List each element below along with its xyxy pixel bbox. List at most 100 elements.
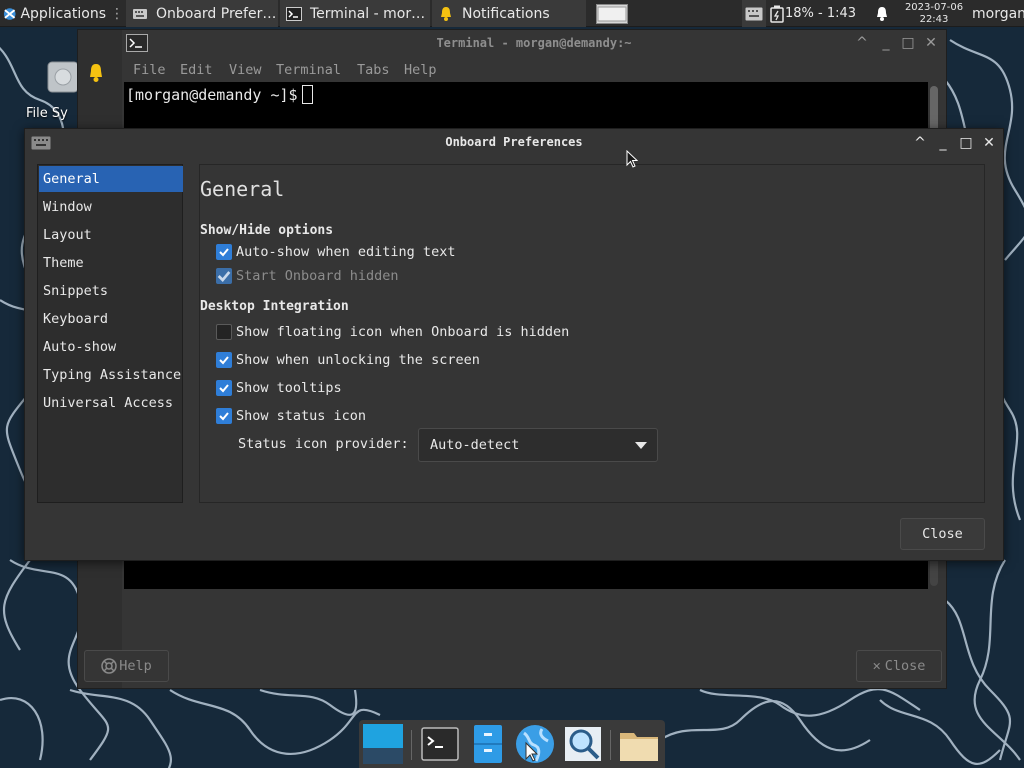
- preferences-content: General Show/Hide options Auto-show when…: [199, 164, 985, 503]
- preferences-titlebar[interactable]: Onboard Preferences ^ _ □ ✕: [25, 129, 1003, 157]
- battery-indicator[interactable]: 18% - 1:43: [770, 0, 870, 27]
- sidebar-item-keyboard[interactable]: Keyboard: [39, 306, 183, 332]
- bell-icon: [90, 64, 102, 82]
- status-provider-label: Status icon provider:: [238, 436, 409, 452]
- option-label: Start Onboard hidden: [236, 268, 399, 284]
- maximize-button[interactable]: □: [958, 135, 974, 151]
- notifications-tray[interactable]: [872, 0, 892, 27]
- minimize-button[interactable]: _: [935, 135, 951, 151]
- help-icon: [101, 658, 117, 674]
- option-label: Show when unlocking the screen: [236, 352, 480, 368]
- onboard-tray-icon[interactable]: [742, 0, 766, 27]
- menu-terminal[interactable]: Terminal: [276, 62, 341, 78]
- prompt-text: [morgan@demandy ~]$: [126, 86, 298, 104]
- mouse-pointer-icon: [626, 150, 638, 168]
- window-icon: [596, 3, 628, 24]
- sidebar-item-layout[interactable]: Layout: [39, 222, 183, 248]
- menu-edit[interactable]: Edit: [180, 62, 213, 78]
- preferences-title: Onboard Preferences: [445, 135, 583, 149]
- section-show-hide: Show/Hide options: [200, 223, 334, 238]
- keyboard-icon: [133, 8, 147, 19]
- battery-text: 18% - 1:43: [785, 6, 857, 21]
- sidebar-item-window[interactable]: Window: [39, 194, 183, 220]
- page-title: General: [200, 177, 285, 201]
- top-panel: Applications ⋮ Onboard Prefer… Terminal …: [0, 0, 1024, 27]
- close-icon[interactable]: ✕: [981, 135, 997, 151]
- battery-icon: [770, 5, 784, 23]
- floating-icon-checkbox[interactable]: Show floating icon when Onboard is hidde…: [216, 323, 569, 341]
- sidebar-item-snippets[interactable]: Snippets: [39, 278, 183, 304]
- terminal-menubar: File Edit View Terminal Tabs Help: [122, 58, 946, 82]
- file-manager-icon[interactable]: [467, 723, 509, 765]
- status-icon-checkbox[interactable]: Show status icon: [216, 407, 366, 425]
- workspace-icon[interactable]: [362, 723, 404, 765]
- start-hidden-checkbox[interactable]: Start Onboard hidden: [216, 267, 399, 285]
- close-icon[interactable]: ✕: [923, 35, 939, 51]
- checkbox-checked-icon[interactable]: [216, 244, 232, 260]
- auto-show-checkbox[interactable]: Auto-show when editing text: [216, 243, 455, 261]
- shade-button[interactable]: ^: [912, 135, 928, 151]
- terminal-titlebar[interactable]: Terminal - morgan@demandy:~ ^ _ □ ✕: [122, 30, 946, 58]
- close-label: Close: [884, 658, 926, 674]
- sidebar-item-theme[interactable]: Theme: [39, 250, 183, 276]
- checkbox-unchecked-icon[interactable]: [216, 324, 232, 340]
- onboard-preferences-window: Onboard Preferences ^ _ □ ✕ General Wind…: [24, 128, 1004, 561]
- workspace-switcher[interactable]: [592, 0, 632, 27]
- web-browser-icon[interactable]: [514, 723, 556, 765]
- section-desktop-integration: Desktop Integration: [200, 299, 349, 314]
- user-menu[interactable]: morgan: [972, 0, 1024, 27]
- status-provider-value: Auto-detect: [430, 437, 520, 453]
- dock-separator: [411, 730, 412, 760]
- help-label: Help: [119, 658, 152, 674]
- terminal-title: Terminal - morgan@demandy:~: [436, 36, 632, 50]
- folder-icon[interactable]: [618, 723, 660, 765]
- terminal-icon[interactable]: [419, 723, 461, 765]
- unlock-screen-checkbox[interactable]: Show when unlocking the screen: [216, 351, 480, 369]
- sidebar-item-typing-assistance[interactable]: Typing Assistance: [39, 362, 183, 388]
- help-button[interactable]: Help: [84, 650, 169, 682]
- terminal-close-button[interactable]: ✕ Close: [856, 650, 942, 682]
- menu-file[interactable]: File: [133, 62, 166, 78]
- menu-separator-icon: ⋮: [110, 5, 124, 22]
- xfce-logo-icon: [3, 7, 16, 20]
- bell-icon: [877, 6, 887, 21]
- desktop-icon-label[interactable]: File Sy: [26, 106, 68, 121]
- menu-help[interactable]: Help: [404, 62, 437, 78]
- bell-icon: [441, 6, 451, 21]
- taskbar-onboard-preferences[interactable]: Onboard Prefer…: [126, 0, 278, 27]
- option-label: Show tooltips: [236, 380, 342, 396]
- option-label: Show status icon: [236, 408, 367, 424]
- applications-label: Applications: [20, 5, 106, 22]
- applications-menu[interactable]: Applications ⋮: [0, 0, 124, 27]
- sidebar-item-universal-access[interactable]: Universal Access: [39, 390, 183, 416]
- checkbox-checked-icon[interactable]: [216, 352, 232, 368]
- search-icon[interactable]: [562, 723, 604, 765]
- tooltips-checkbox[interactable]: Show tooltips: [216, 379, 342, 397]
- minimize-button[interactable]: _: [878, 35, 894, 51]
- terminal-prompt: [morgan@demandy ~]$: [126, 85, 313, 104]
- terminal-cursor: [301, 85, 313, 104]
- task-label: Notifications: [462, 5, 550, 22]
- sidebar-item-auto-show[interactable]: Auto-show: [39, 334, 183, 360]
- maximize-button[interactable]: □: [900, 35, 916, 51]
- menu-view[interactable]: View: [229, 62, 262, 78]
- option-label: Auto-show when editing text: [236, 244, 456, 260]
- terminal-icon: [286, 6, 302, 21]
- close-button[interactable]: Close: [900, 518, 985, 550]
- close-icon: ✕: [872, 658, 881, 674]
- user-name: morgan: [972, 5, 1024, 22]
- status-provider-select[interactable]: Auto-detect: [418, 428, 658, 462]
- menu-tabs[interactable]: Tabs: [357, 62, 390, 78]
- shade-button[interactable]: ^: [854, 35, 870, 51]
- task-label: Terminal - mor…: [310, 5, 426, 22]
- checkbox-checked-icon[interactable]: [216, 380, 232, 396]
- clock[interactable]: 2023-07-06 22:43: [898, 0, 970, 27]
- checkbox-checked-icon[interactable]: [216, 268, 232, 284]
- clock-time: 22:43: [919, 13, 949, 25]
- taskbar-notifications[interactable]: Notifications: [432, 0, 586, 27]
- sidebar-item-general[interactable]: General: [39, 166, 183, 192]
- checkbox-checked-icon[interactable]: [216, 408, 232, 424]
- dock: [359, 720, 665, 768]
- taskbar-terminal[interactable]: Terminal - mor…: [280, 0, 430, 27]
- clock-date: 2023-07-06: [904, 1, 964, 13]
